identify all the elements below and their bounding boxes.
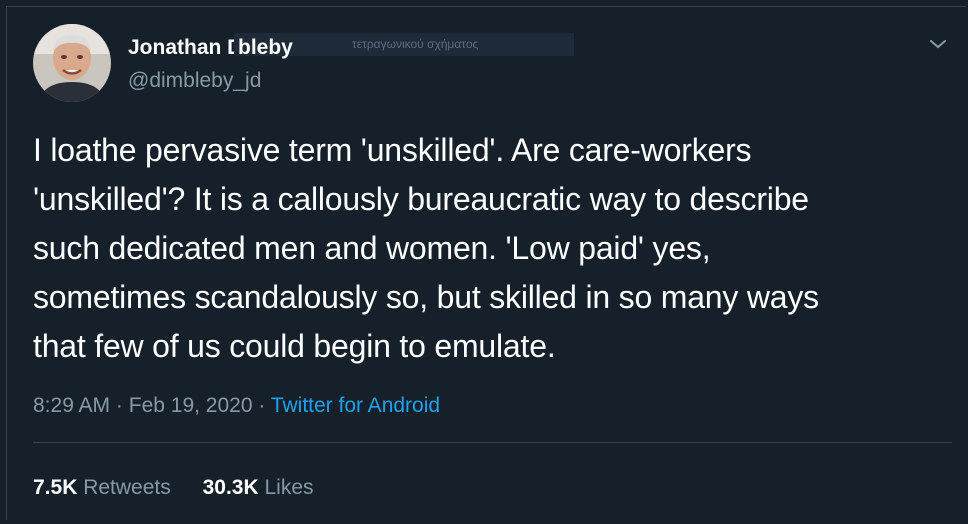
tweet-date[interactable]: Feb 19, 2020 [129, 394, 253, 417]
meta-separator: · [258, 394, 266, 417]
overlay-text: τετραγωνικού σχήματος [352, 37, 479, 51]
author-name-rest-text: bleby [238, 36, 293, 59]
author-name-rest[interactable]: bleby [238, 36, 293, 60]
tweet-text: I loathe pervasive term 'unskilled'. Are… [33, 126, 963, 371]
tweet-line: such dedicated men and women. 'Low paid'… [33, 230, 711, 266]
tweet-line: 'unskilled'? It is a callously bureaucra… [33, 181, 809, 217]
avatar[interactable] [33, 24, 111, 102]
retweets-label: Retweets [83, 476, 171, 499]
likes-stat[interactable]: 30.3K Likes [203, 476, 314, 499]
tweet-time[interactable]: 8:29 AM [33, 394, 110, 417]
retweets-count: 7.5K [33, 476, 78, 499]
tweet-line: I loathe pervasive term 'unskilled'. Are… [33, 132, 752, 168]
likes-count: 30.3K [202, 476, 259, 499]
likes-label: Likes [264, 476, 314, 499]
retweets-stat[interactable]: 7.5K Retweets [33, 476, 177, 499]
author-handle[interactable]: @dimbleby_jd [128, 69, 261, 93]
tweet-line: sometimes scandalously so, but skilled i… [33, 279, 819, 315]
chevron-down-icon[interactable] [927, 35, 949, 53]
meta-separator: · [115, 394, 123, 417]
tweet-source-link[interactable]: Twitter for Android [271, 394, 440, 417]
avatar-photo [33, 24, 111, 102]
tweet-line: that few of us could begin to emulate. [33, 328, 556, 364]
divider [33, 442, 952, 443]
tweet-stats: 7.5K Retweets 30.3K Likes [33, 476, 340, 500]
tweet-meta: 8:29 AM · Feb 19, 2020 · Twitter for And… [33, 394, 440, 418]
